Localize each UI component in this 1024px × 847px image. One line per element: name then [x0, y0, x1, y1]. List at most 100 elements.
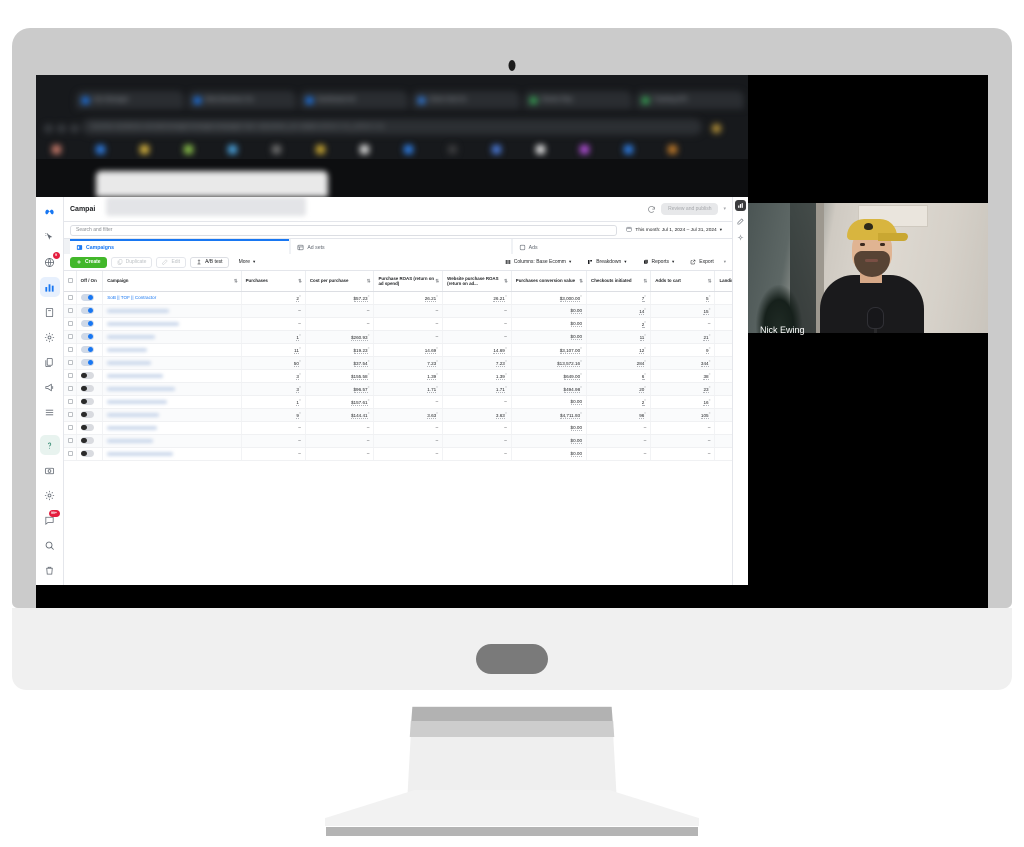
create-button[interactable]: Create	[70, 256, 107, 268]
campaign-on-off-toggle[interactable]	[80, 398, 94, 405]
table-row[interactable]: ––––$0.00––––	[64, 447, 732, 461]
row-checkbox[interactable]	[68, 321, 73, 326]
browser-profile-avatar[interactable]	[712, 124, 721, 133]
cell-campaign-name[interactable]	[102, 369, 242, 383]
row-checkbox-cell[interactable]	[64, 421, 77, 435]
sort-icon[interactable]: ⇅	[367, 278, 371, 283]
insights-chart-icon[interactable]	[735, 200, 746, 211]
bookmark-item[interactable]	[184, 145, 193, 154]
pages-icon[interactable]	[40, 302, 60, 322]
campaign-on-off-toggle[interactable]	[80, 372, 94, 379]
campaign-on-off-toggle[interactable]	[80, 333, 94, 340]
row-checkbox-cell[interactable]	[64, 447, 77, 461]
campaign-on-off-toggle[interactable]	[80, 346, 94, 353]
cell-campaign-name[interactable]: SoB || TOF || Contractor	[102, 291, 242, 305]
row-toggle-cell[interactable]	[76, 317, 104, 331]
row-toggle-cell[interactable]	[76, 434, 104, 448]
browser-tab[interactable]: Dashboard Ad	[300, 91, 408, 109]
select-all-checkbox[interactable]	[68, 278, 73, 284]
campaign-on-off-toggle[interactable]	[80, 437, 94, 444]
tab-campaigns[interactable]: Campaigns	[70, 239, 290, 254]
meta-logo-icon[interactable]	[40, 202, 60, 222]
row-checkbox[interactable]	[68, 425, 73, 430]
row-checkbox-cell[interactable]	[64, 330, 77, 344]
table-row[interactable]: ––––$0.00––––	[64, 434, 732, 448]
table-row[interactable]: ––––$0.002⁝⁝–20⁝⁝197⁝⁝	[64, 317, 732, 331]
row-checkbox-cell[interactable]	[64, 382, 77, 396]
row-checkbox[interactable]	[68, 412, 73, 417]
browser-tab[interactable]: Client Hub Ov	[412, 91, 520, 109]
th-purchases[interactable]: Purchases ⇅	[241, 271, 306, 292]
bookmark-item[interactable]	[52, 145, 61, 154]
gear-icon[interactable]	[40, 485, 60, 505]
megaphone-icon[interactable]	[40, 377, 60, 397]
table-row[interactable]: ––––$0.0014⁝⁝15⁝⁝665⁝⁝1,944⁝⁝	[64, 304, 732, 318]
sort-icon[interactable]: ⇅	[708, 278, 712, 283]
th-purchase-roas[interactable]: Purchase ROAS (return on ad spend) ⇅	[373, 271, 444, 292]
date-range-picker[interactable]: This month: Jul 1, 2024 – Jul 31, 2024 ▾	[622, 225, 726, 236]
row-checkbox[interactable]	[68, 295, 73, 300]
campaign-on-off-toggle[interactable]	[80, 294, 94, 301]
cell-campaign-name[interactable]	[102, 395, 242, 409]
row-checkbox[interactable]	[68, 308, 73, 313]
toolbar-overflow-caret-icon[interactable]: ▾	[724, 259, 726, 265]
row-checkbox[interactable]	[68, 360, 73, 365]
browser-tab[interactable]: Ads Manager	[76, 91, 184, 109]
edit-pencil-icon[interactable]	[735, 216, 746, 227]
bookmark-item[interactable]	[360, 145, 369, 154]
campaign-on-off-toggle[interactable]	[80, 385, 94, 392]
table-row[interactable]: 11⁝⁝ $19.23⁝⁝ 14.69⁝⁝ 14.69⁝⁝ $3,107.00⁝⁝ 12⁝…	[64, 343, 732, 357]
settings-gear-icon[interactable]	[40, 327, 60, 347]
bookmark-item[interactable]	[140, 145, 149, 154]
cell-campaign-name[interactable]	[102, 343, 242, 357]
row-toggle-cell[interactable]	[76, 369, 104, 383]
table-row[interactable]: 1⁝⁝$260.93⁝⁝––$0.0011⁝⁝21⁝⁝94⁝⁝966⁝⁝	[64, 330, 732, 344]
bookmark-item[interactable]	[668, 145, 677, 154]
ab-test-button[interactable]: A/B test	[190, 256, 229, 268]
row-checkbox[interactable]	[68, 386, 73, 391]
row-toggle-cell[interactable]	[76, 382, 104, 396]
tab-ads[interactable]: Ads	[512, 239, 732, 254]
row-checkbox-cell[interactable]	[64, 408, 77, 422]
th-select-all[interactable]	[64, 271, 77, 292]
export-button[interactable]: Export	[684, 256, 720, 268]
bookmark-item[interactable]	[404, 145, 413, 154]
row-checkbox[interactable]	[68, 438, 73, 443]
row-toggle-cell[interactable]	[76, 408, 104, 422]
row-toggle-cell[interactable]	[76, 395, 104, 409]
cell-campaign-name[interactable]	[102, 434, 242, 448]
th-cost-per-purchase[interactable]: Cost per purchase ⇅	[305, 271, 375, 292]
bookmark-item[interactable]	[448, 145, 457, 154]
campaign-on-off-toggle[interactable]	[80, 450, 94, 457]
files-icon[interactable]	[40, 352, 60, 372]
row-checkbox-cell[interactable]	[64, 369, 77, 383]
table-row[interactable]: 50⁝⁝ $37.54⁝⁝ 7.23⁝⁝ 7.23⁝⁝ $13,572.16⁝⁝ 284⁝…	[64, 356, 732, 370]
row-checkbox-cell[interactable]	[64, 304, 77, 318]
trash-icon[interactable]	[40, 560, 60, 580]
cell-campaign-name[interactable]	[102, 304, 242, 318]
sort-icon[interactable]: ⇅	[234, 278, 238, 283]
chevron-down-icon[interactable]: ▾	[720, 227, 722, 233]
cell-campaign-name[interactable]	[102, 356, 242, 370]
th-adds-to-cart[interactable]: Adds to cart ⇅	[650, 271, 716, 292]
bookmark-item[interactable]	[536, 145, 545, 154]
more-button[interactable]: More ▾	[232, 256, 262, 268]
row-toggle-cell[interactable]	[76, 330, 104, 344]
browser-tab-strip[interactable]: Ads Manager Meta Business Su Dashboard Ad C…	[36, 89, 748, 111]
row-checkbox[interactable]	[68, 347, 73, 352]
row-checkbox-cell[interactable]	[64, 356, 77, 370]
campaign-on-off-toggle[interactable]	[80, 359, 94, 366]
browser-forward-icon[interactable]	[57, 124, 66, 133]
campaign-on-off-toggle[interactable]	[80, 320, 94, 327]
cursor-icon[interactable]	[40, 227, 60, 247]
row-toggle-cell[interactable]	[76, 421, 104, 435]
row-checkbox-cell[interactable]	[64, 291, 77, 305]
search-icon[interactable]	[40, 535, 60, 555]
cell-campaign-name[interactable]	[102, 382, 242, 396]
bookmark-item[interactable]	[228, 145, 237, 154]
sort-icon[interactable]: ⇅	[298, 278, 302, 283]
table-row[interactable]: 3⁝⁝ $155.58⁝⁝ 1.39⁝⁝ 1.39⁝⁝ $649.00⁝⁝ 6⁝⁝ 38⁝⁝…	[64, 369, 732, 383]
cell-campaign-name[interactable]	[102, 317, 242, 331]
browser-tab[interactable]: Meta Business Su	[188, 91, 296, 109]
row-toggle-cell[interactable]	[76, 343, 104, 357]
